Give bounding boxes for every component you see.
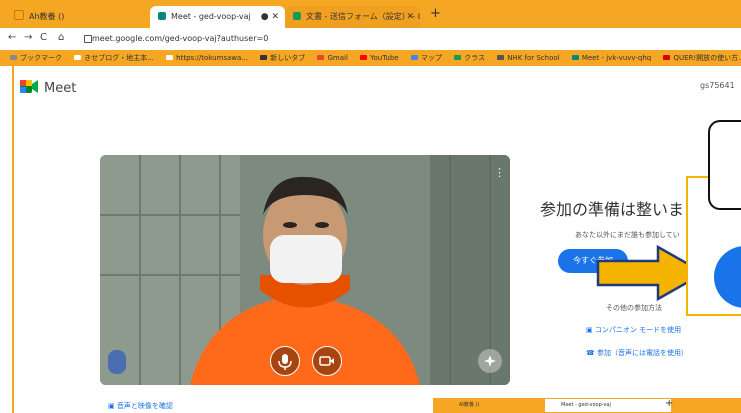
back-icon[interactable]: ← bbox=[8, 32, 16, 43]
bottom-tab-strip: AI教養 () Meet - ged-voop-vaj + bbox=[433, 398, 741, 413]
address-bar: ← → C ⌂ meet.google.com/ged-voop-vaj?aut… bbox=[0, 28, 741, 51]
tab-1-label: Ah教養 () bbox=[29, 12, 65, 21]
check-audio-video-link[interactable]: ▣ 音声と映像を確認 bbox=[108, 401, 173, 411]
sparkle-icon bbox=[484, 355, 496, 367]
more-options-icon[interactable]: ⋮ bbox=[494, 166, 505, 179]
close-icon[interactable]: ✕ bbox=[406, 6, 414, 28]
meet-title: Meet bbox=[44, 81, 77, 96]
check-icon: ▣ bbox=[108, 402, 117, 410]
bookmark-item[interactable]: https://tokumsawa... bbox=[166, 50, 248, 66]
tab-bar: Ah教養 () ✕ Meet - ged-voop-vaj ● ✕ 文書 - 送… bbox=[0, 0, 741, 28]
companion-icon: ▣ bbox=[586, 326, 595, 334]
bookmark-item[interactable]: きせブログ・地主本... bbox=[74, 50, 154, 66]
self-view-icon[interactable] bbox=[108, 350, 126, 374]
bookmark-item[interactable]: Gmail bbox=[317, 50, 348, 66]
bookmark-item[interactable]: YouTube bbox=[360, 50, 399, 66]
tab-meet[interactable]: Meet - ged-voop-vaj ● ✕ bbox=[150, 6, 285, 28]
tab-forms[interactable]: 文書 - 送信フォーム（設定） - Goo... ✕ bbox=[285, 6, 420, 28]
bookmark-item[interactable]: NHK for School bbox=[497, 50, 560, 66]
new-tab-icon[interactable]: + bbox=[430, 6, 441, 21]
ready-subtitle: あなた以外にまだ誰も参加してい bbox=[575, 231, 680, 239]
camera-icon bbox=[319, 356, 334, 366]
bookmarks-bar: ブックマーク きせブログ・地主本... https://tokumsawa...… bbox=[0, 50, 741, 66]
window-border bbox=[12, 66, 14, 413]
bookmark-item[interactable]: クラス bbox=[454, 50, 485, 66]
bottom-tab-1[interactable]: AI教養 () bbox=[443, 399, 559, 412]
tab-favicon-icon bbox=[14, 10, 24, 20]
meet-favicon-icon bbox=[158, 12, 166, 20]
bookmark-item[interactable]: 新しいタブ bbox=[260, 50, 305, 66]
video-preview bbox=[100, 155, 510, 385]
account-label[interactable]: gs75641 bbox=[700, 81, 735, 90]
new-tab-icon[interactable]: + bbox=[665, 398, 673, 409]
reload-icon[interactable]: C bbox=[40, 32, 47, 43]
meet-logo-icon bbox=[20, 80, 38, 93]
bookmark-item[interactable]: ブックマーク bbox=[10, 50, 62, 66]
tab-3-label: 文書 - 送信フォーム（設定） - Goo... bbox=[306, 12, 420, 21]
forward-icon[interactable]: → bbox=[24, 32, 32, 43]
bookmark-item[interactable]: QUER!開放の使い方... bbox=[663, 50, 741, 66]
tab-2-label: Meet - ged-voop-vaj bbox=[171, 12, 251, 21]
bottom-tab-meet[interactable]: Meet - ged-voop-vaj bbox=[545, 399, 671, 412]
microphone-button[interactable] bbox=[270, 346, 300, 376]
home-icon[interactable]: ⌂ bbox=[58, 32, 64, 43]
visual-effects-button[interactable] bbox=[478, 349, 502, 373]
camera-button[interactable] bbox=[312, 346, 342, 376]
microphone-icon bbox=[278, 354, 292, 370]
ready-title: 参加の準備は整いま bbox=[540, 200, 685, 219]
companion-mode-link[interactable]: ▣ コンパニオン モードを使用 bbox=[586, 325, 681, 335]
close-icon[interactable]: ● ✕ bbox=[261, 6, 279, 28]
forms-favicon-icon bbox=[293, 12, 301, 20]
url-field[interactable]: meet.google.com/ged-voop-vaj?authuser=0 bbox=[92, 32, 732, 46]
lock-icon bbox=[84, 35, 92, 43]
camera-feed-image bbox=[100, 155, 510, 385]
other-ways-label: その他の参加方法 bbox=[606, 304, 662, 312]
phone-join-link[interactable]: ☎ 参加（音声には電話を使用） bbox=[586, 348, 688, 358]
bookmark-item[interactable]: Meet - jvk-vuvv-qhq bbox=[571, 50, 651, 66]
phone-icon: ☎ bbox=[586, 349, 597, 357]
bookmark-item[interactable]: マップ bbox=[410, 50, 442, 66]
zoom-callout-bubble bbox=[708, 120, 741, 210]
